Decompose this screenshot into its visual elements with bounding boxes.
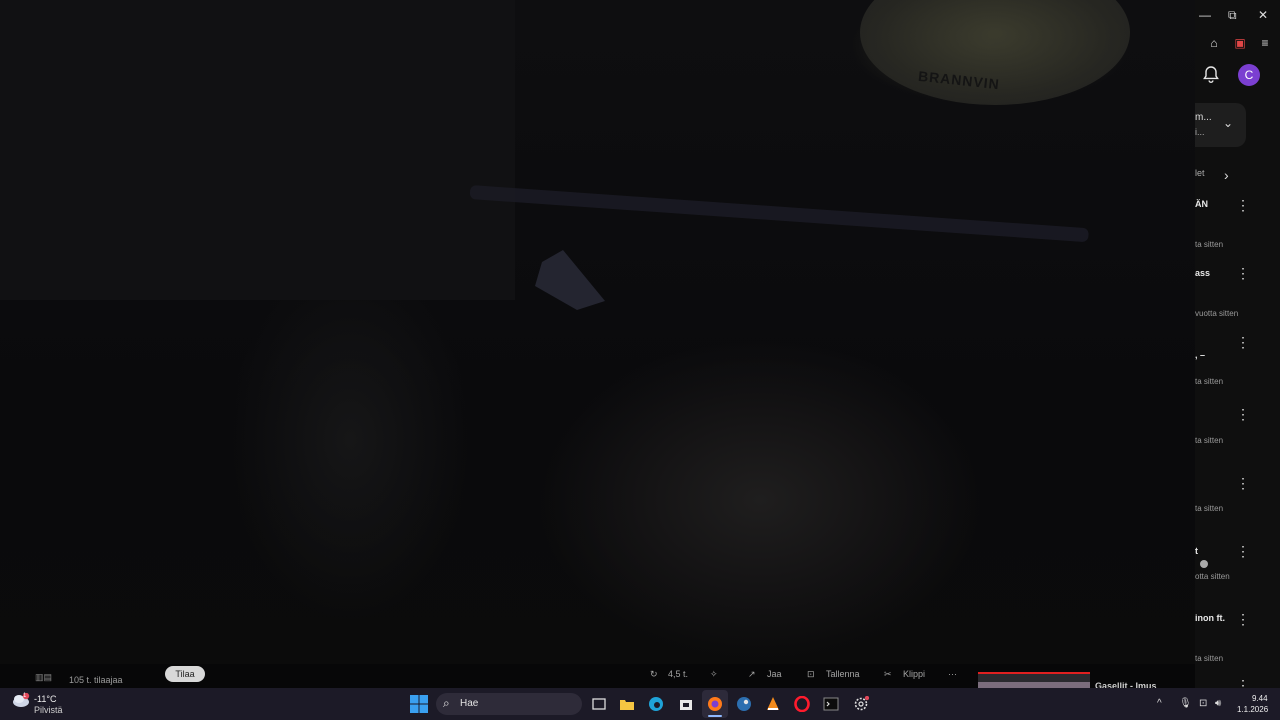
- list-item-meta: ta sitten: [1195, 377, 1224, 386]
- video-player[interactable]: BRANNVIN: [0, 0, 1195, 688]
- list-item-title[interactable]: ÄN: [1195, 199, 1208, 209]
- share-icon[interactable]: ↗: [748, 669, 756, 680]
- taskbar-search[interactable]: ⌕ Hae: [436, 693, 582, 715]
- more-vert-icon[interactable]: ⋮: [1236, 544, 1250, 558]
- firefox-icon[interactable]: [707, 696, 723, 712]
- playlist-chip[interactable]: m... i... ⌄: [1195, 103, 1246, 147]
- list-item-meta: otta sitten: [1195, 572, 1230, 581]
- share-button[interactable]: Jaa: [767, 669, 782, 679]
- clock-time[interactable]: 9.44: [1252, 694, 1268, 703]
- channel-badge-icon: ▥▤: [35, 672, 53, 682]
- restore-button[interactable]: ⧉: [1228, 8, 1237, 23]
- subscribe-button[interactable]: Tilaa: [165, 666, 205, 682]
- store-icon[interactable]: [678, 696, 694, 712]
- chip-line2: i...: [1195, 127, 1205, 137]
- chevron-up-icon[interactable]: ^: [1157, 698, 1162, 709]
- file-explorer-icon[interactable]: [619, 696, 635, 712]
- like-count[interactable]: 4,5 t.: [668, 669, 688, 679]
- avatar[interactable]: C: [1238, 64, 1260, 86]
- list-item-title[interactable]: t: [1195, 546, 1198, 556]
- task-view-icon[interactable]: [591, 696, 607, 712]
- more-vert-icon[interactable]: ⋮: [1236, 266, 1250, 280]
- more-vert-icon[interactable]: ⋮: [1236, 612, 1250, 626]
- list-item-title[interactable]: , –: [1195, 350, 1205, 360]
- list-item-meta: ta sitten: [1195, 654, 1224, 663]
- clip-button[interactable]: Klippi: [903, 669, 925, 679]
- volume-icon[interactable]: 🔊︎: [1215, 698, 1221, 709]
- video-object: [535, 250, 605, 310]
- next-video-thumbnail[interactable]: [978, 672, 1090, 688]
- notifications-bell-icon[interactable]: [1203, 66, 1219, 84]
- taskbar: [0, 688, 1280, 720]
- search-icon: ⌕: [443, 696, 450, 710]
- clip-icon[interactable]: ✂: [884, 669, 892, 680]
- more-actions-button[interactable]: ···: [948, 669, 957, 679]
- settings-gear-icon[interactable]: [853, 696, 869, 712]
- more-vert-icon[interactable]: ⋮: [1236, 198, 1250, 212]
- microphone-icon[interactable]: 🎙︎: [1179, 698, 1192, 709]
- verified-icon: [1200, 560, 1208, 568]
- chevron-right-icon[interactable]: ›: [1224, 167, 1229, 183]
- windows-start-icon[interactable]: [410, 695, 428, 713]
- list-item-meta: ta sitten: [1195, 436, 1224, 445]
- more-vert-icon[interactable]: ⋮: [1236, 407, 1250, 421]
- subscriber-count: 105 t. tilaajaa: [69, 675, 123, 685]
- cloud-weather-icon[interactable]: [12, 693, 30, 707]
- terminal-icon[interactable]: [823, 696, 839, 712]
- active-indicator: [708, 715, 722, 717]
- list-item-title[interactable]: ass: [1195, 268, 1210, 278]
- chevron-down-icon[interactable]: ⌄: [1223, 116, 1233, 130]
- list-item-meta: vuotta sitten: [1195, 309, 1239, 318]
- menu-icon[interactable]: ≡: [1256, 36, 1274, 50]
- clock-date[interactable]: 1.1.2026: [1237, 705, 1268, 714]
- addon-icon[interactable]: ▣: [1231, 36, 1249, 50]
- chip-line1: m...: [1195, 112, 1212, 123]
- filter-chip[interactable]: let: [1195, 168, 1205, 178]
- like-icon[interactable]: ↻: [650, 669, 658, 680]
- dislike-icon[interactable]: ✧: [710, 669, 718, 680]
- video-beam: [469, 185, 1089, 243]
- weather-temperature[interactable]: -11°C: [34, 694, 56, 704]
- video-wall: [0, 0, 515, 300]
- weather-description[interactable]: Pilvistä: [34, 705, 63, 715]
- save-button[interactable]: Tallenna: [826, 669, 860, 679]
- more-vert-icon[interactable]: ⋮: [1236, 335, 1250, 349]
- more-vert-icon[interactable]: ⋮: [1236, 476, 1250, 490]
- steam-icon[interactable]: [736, 696, 752, 712]
- edge-browser-icon[interactable]: [648, 696, 664, 712]
- list-item-meta: ta sitten: [1195, 504, 1224, 513]
- watch-progress: [978, 672, 1090, 674]
- network-icon[interactable]: ⊡: [1199, 698, 1207, 709]
- close-button[interactable]: ✕: [1258, 8, 1268, 22]
- opera-icon[interactable]: [794, 696, 810, 712]
- search-label: Hae: [460, 698, 479, 709]
- save-icon[interactable]: ⊡: [807, 669, 815, 680]
- weather-badge: 1: [23, 693, 27, 699]
- vlc-icon[interactable]: [765, 696, 781, 712]
- list-item-meta: ta sitten: [1195, 240, 1224, 249]
- list-item-title[interactable]: inon ft.: [1195, 613, 1225, 623]
- extensions-icon[interactable]: ⌂: [1205, 36, 1223, 50]
- minimize-button[interactable]: —: [1199, 8, 1211, 22]
